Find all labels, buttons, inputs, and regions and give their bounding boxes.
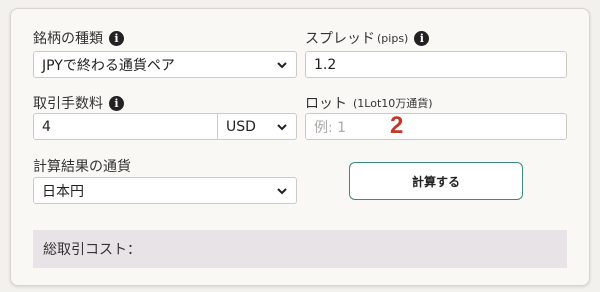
annotation-number: 2 — [390, 112, 404, 139]
spread-label: スプレッド (pips) i — [305, 28, 430, 48]
lot-label: ロット (1Lot10万通貨) — [305, 93, 433, 113]
brand-type-selected-value: JPYで終わる通貨ペア — [42, 57, 175, 74]
result-currency-label: 計算結果の通貨 — [33, 156, 131, 176]
spread-input-value: 1.2 — [314, 56, 337, 73]
info-icon[interactable]: i — [414, 30, 430, 46]
fee-currency-selected-value: USD — [226, 118, 256, 135]
lot-unit: (1Lot10万通貨) — [353, 97, 433, 110]
lot-input[interactable]: 例: 1 — [305, 113, 567, 140]
fee-label: 取引手数料 i — [33, 93, 124, 113]
chevron-down-icon — [277, 187, 287, 194]
brand-type-select[interactable]: JPYで終わる通貨ペア — [33, 51, 297, 78]
result-currency-label-text: 計算結果の通貨 — [33, 159, 131, 175]
spread-label-text: スプレッド — [305, 31, 375, 47]
spread-input[interactable]: 1.2 — [305, 51, 567, 78]
fee-currency-select[interactable]: USD — [217, 113, 297, 140]
fee-input[interactable]: 4 — [33, 113, 218, 140]
calculator-card: 銘柄の種類 i JPYで終わる通貨ペア スプレッド (pips) i 1.2 取… — [10, 8, 590, 286]
lot-input-placeholder: 例: 1 — [314, 119, 347, 136]
result-currency-selected-value: 日本円 — [42, 183, 84, 200]
info-icon[interactable]: i — [109, 95, 124, 111]
lot-label-text: ロット — [305, 96, 347, 112]
info-icon[interactable]: i — [109, 30, 124, 46]
spread-unit: (pips) — [377, 31, 409, 45]
fee-input-value: 4 — [42, 118, 51, 135]
calculate-button[interactable]: 計算する — [349, 162, 523, 200]
chevron-down-icon — [277, 61, 287, 68]
chevron-down-icon — [277, 123, 287, 130]
total-cost-result: 総取引コスト： — [33, 230, 567, 268]
brand-type-label-text: 銘柄の種類 — [33, 31, 103, 47]
result-currency-select[interactable]: 日本円 — [33, 177, 297, 204]
total-cost-label: 総取引コスト： — [43, 242, 141, 258]
brand-type-label: 銘柄の種類 i — [33, 28, 124, 48]
fee-label-text: 取引手数料 — [33, 96, 103, 112]
